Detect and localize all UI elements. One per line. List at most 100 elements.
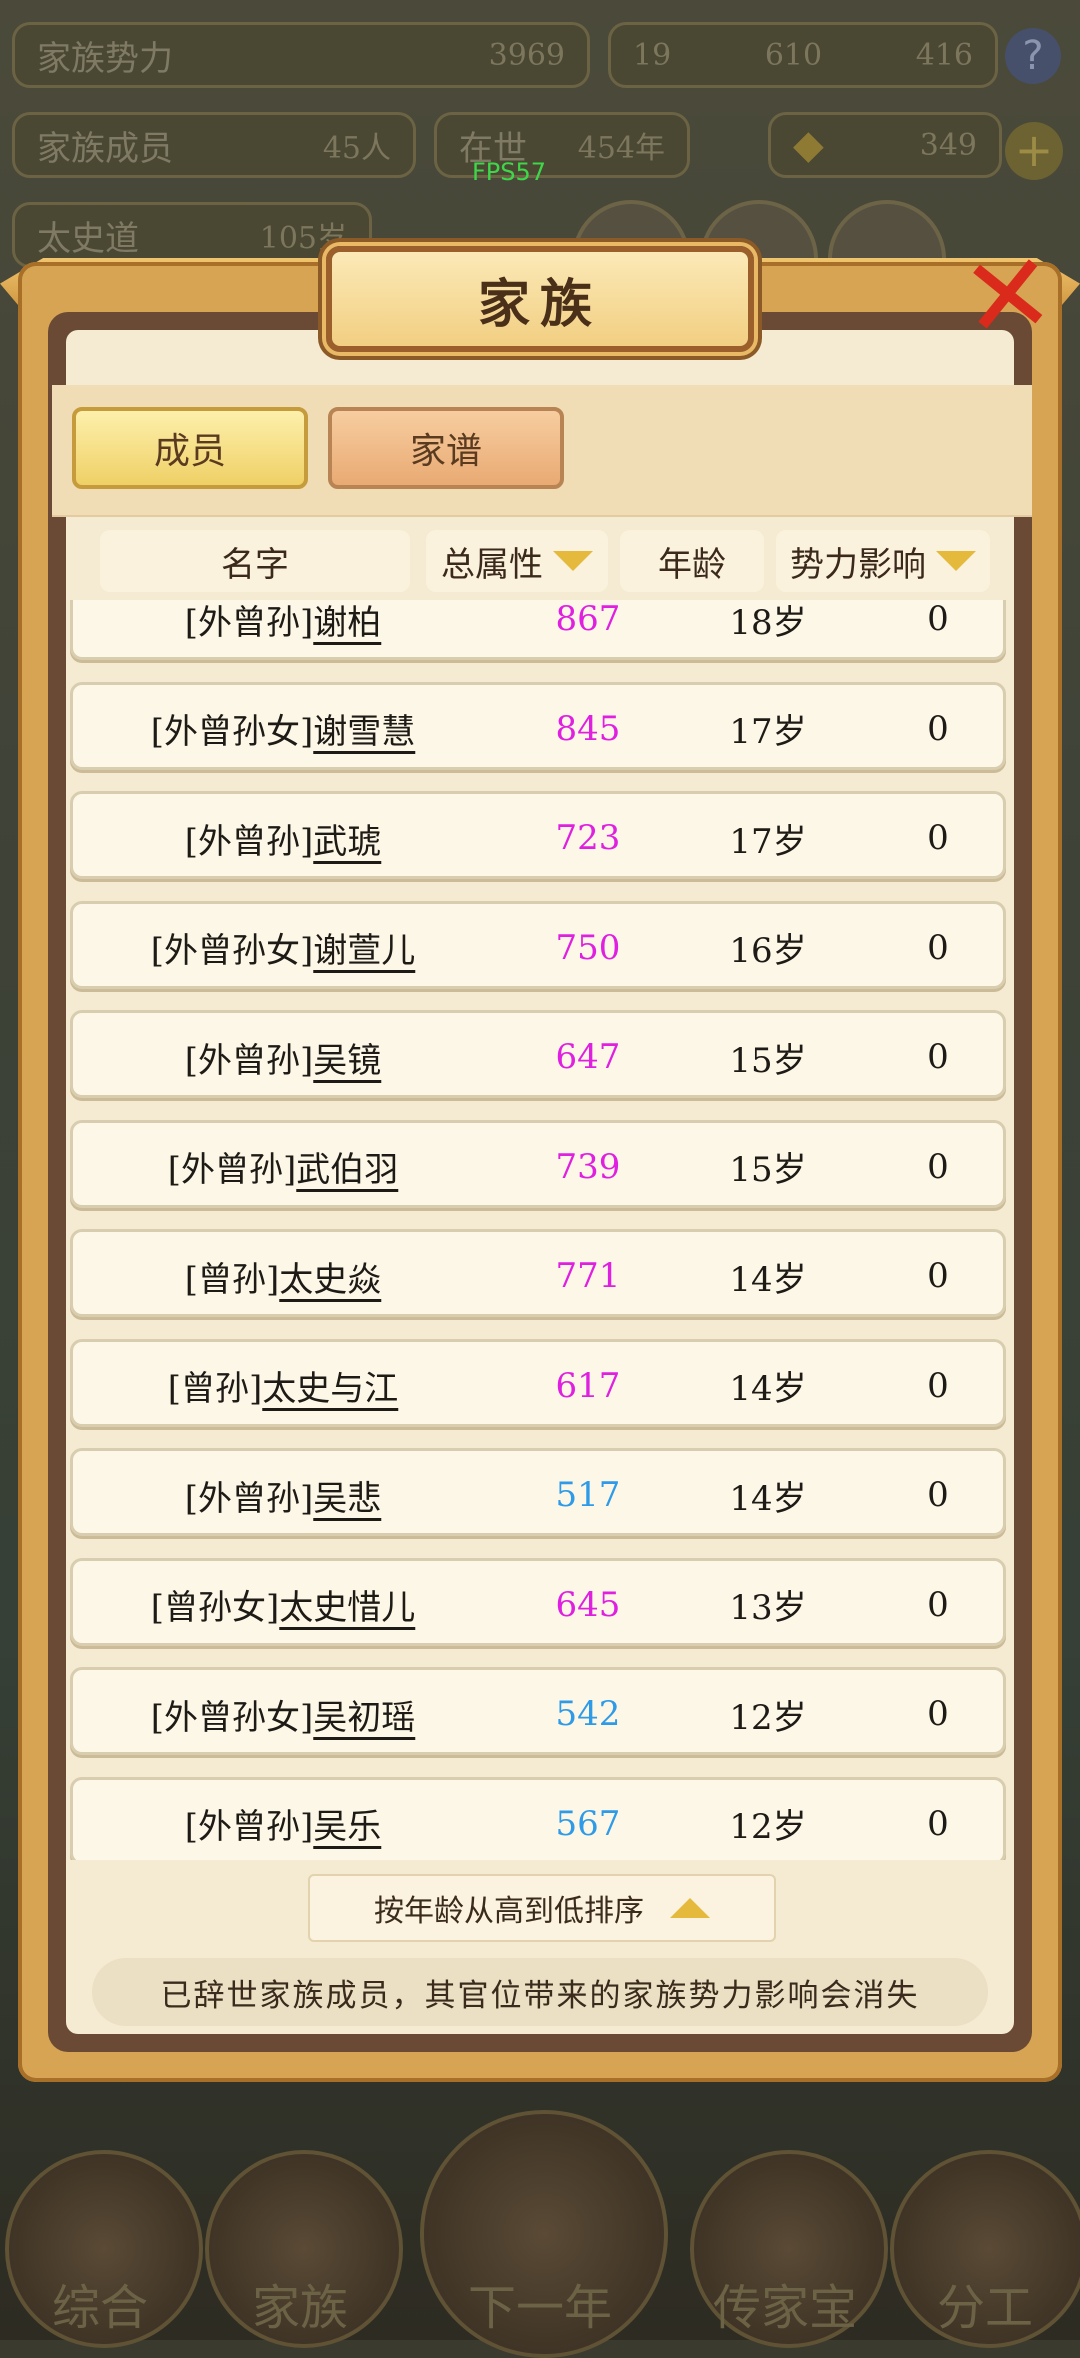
member-name-link[interactable]: 谢萱儿 <box>313 923 415 972</box>
member-name-link[interactable]: 谢柏 <box>313 600 381 644</box>
tab-bar: 成员 家谱 <box>52 385 1032 517</box>
member-relation: [外曾孙女] <box>150 931 314 971</box>
bottom-nav: 综合 家族 下一年 传家宝 分工 <box>0 2090 1080 2358</box>
add-gold-icon[interactable]: + <box>1005 122 1063 180</box>
member-row[interactable]: [外曾孙女] 吴初瑶 542 12岁 0 <box>70 1667 1006 1755</box>
member-name-link[interactable]: 太史与江 <box>262 1361 398 1410</box>
member-row[interactable]: [曾孙女] 太史惜儿 645 13岁 0 <box>70 1557 1006 1646</box>
member-age: 14岁 <box>729 1259 807 1300</box>
gold-value: 349 <box>919 127 977 163</box>
tab-members[interactable]: 成员 <box>72 407 308 489</box>
ancestor-label: 太史道 <box>37 218 139 259</box>
member-relation: [外曾孙女] <box>150 1697 314 1738</box>
header-attribute-label: 总属性 <box>441 544 543 585</box>
member-row[interactable]: [外曾孙] 武琥 723 17岁 0 <box>70 791 1006 879</box>
member-relation: [外曾孙] <box>167 1150 297 1190</box>
fps-counter: FPS57 <box>472 158 547 186</box>
help-icon[interactable]: ? <box>1005 28 1061 84</box>
sort-up-icon <box>670 1898 710 1918</box>
member-influence: 0 <box>927 708 949 749</box>
member-attribute: 517 <box>555 1475 621 1515</box>
member-name-cell: [外曾孙] 吴镜 <box>73 1013 493 1101</box>
member-relation: [曾孙] <box>184 1259 280 1300</box>
nav-next-year-label: 下一年 <box>467 2280 612 2336</box>
member-age: 12岁 <box>729 1807 807 1847</box>
members-value: 45人 <box>322 131 391 166</box>
header-influence-sort[interactable]: 势力影响 <box>776 530 990 592</box>
member-row[interactable]: [外曾孙] 吴悲 517 14岁 0 <box>70 1448 1006 1536</box>
dialog-title-plate: 家族 <box>326 246 754 352</box>
member-row[interactable]: [外曾孙女] 谢萱儿 750 16岁 0 <box>70 900 1006 992</box>
member-row[interactable]: [曾孙] 太史与江 617 14岁 0 <box>70 1338 1006 1430</box>
member-list[interactable]: [外曾孙] 谢柏 867 18岁 0 [外曾孙女] 谢雪慧 845 17岁 0 [外曾孙] 武琥 723… <box>66 600 1010 1860</box>
member-row[interactable]: [外曾孙] 武伯羽 739 15岁 0 <box>70 1119 1006 1211</box>
member-influence: 0 <box>927 818 949 858</box>
member-age: 14岁 <box>729 1369 807 1409</box>
member-row[interactable]: [外曾孙] 吴乐 567 12岁 0 <box>70 1776 1006 1860</box>
member-name-link[interactable]: 吴初瑶 <box>313 1690 415 1739</box>
header-influence-label: 势力影响 <box>790 544 926 585</box>
member-influence: 0 <box>927 927 949 968</box>
member-influence: 0 <box>927 1803 949 1844</box>
header-age: 年龄 <box>620 530 764 592</box>
sort-by-age-button[interactable]: 按年龄从高到低排序 <box>308 1874 776 1942</box>
member-name-link[interactable]: 谢雪慧 <box>313 704 415 753</box>
header-name: 名字 <box>100 530 410 592</box>
member-age: 13岁 <box>729 1588 807 1628</box>
member-relation: [外曾孙] <box>184 1478 314 1519</box>
header-attribute-sort[interactable]: 总属性 <box>426 530 608 592</box>
nav-assign-label: 分工 <box>936 2280 1033 2336</box>
member-attribute: 867 <box>555 600 621 639</box>
clan-power-stat: 家族势力 3969 <box>12 22 590 88</box>
alive-value: 454年 <box>577 131 665 166</box>
member-row[interactable]: [外曾孙] 吴镜 647 15岁 0 <box>70 1010 1006 1098</box>
member-relation: [曾孙] <box>167 1369 263 1409</box>
member-name-link[interactable]: 太史焱 <box>279 1252 381 1301</box>
member-name-link[interactable]: 吴悲 <box>313 1471 381 1520</box>
member-relation: [外曾孙] <box>184 602 314 643</box>
member-name-cell: [外曾孙女] 谢萱儿 <box>73 904 493 992</box>
close-icon[interactable]: ✕ <box>955 228 1061 365</box>
members-label: 家族成员 <box>37 128 173 169</box>
sort-down-icon <box>936 551 976 571</box>
member-row[interactable]: [外曾孙女] 谢雪慧 845 17岁 0 <box>70 681 1006 773</box>
member-name-link[interactable]: 武伯羽 <box>296 1142 398 1191</box>
member-age: 15岁 <box>729 1150 807 1190</box>
member-age: 12岁 <box>729 1697 807 1738</box>
member-name-cell: [外曾孙女] 谢雪慧 <box>73 685 493 773</box>
member-attribute: 771 <box>555 1256 621 1296</box>
header-name-label: 名字 <box>221 544 289 585</box>
table-header: 名字 总属性 年龄 势力影响 <box>100 530 990 592</box>
resource-2-value: 610 <box>764 37 823 73</box>
sort-button-label: 按年龄从高到低排序 <box>374 1894 644 1929</box>
member-attribute: 542 <box>555 1694 621 1734</box>
member-row[interactable]: [外曾孙] 谢柏 867 18岁 0 <box>70 600 1006 660</box>
member-relation: [外曾孙] <box>184 821 314 862</box>
member-name-link[interactable]: 武琥 <box>313 814 381 863</box>
member-name-cell: [外曾孙] 武伯羽 <box>73 1123 493 1211</box>
member-name-link[interactable]: 吴乐 <box>313 1799 381 1848</box>
member-attribute: 723 <box>555 818 621 858</box>
resource-3-value: 416 <box>915 37 973 73</box>
member-influence: 0 <box>927 1584 949 1625</box>
clan-power-label: 家族势力 <box>37 38 173 79</box>
member-influence: 0 <box>927 600 949 639</box>
member-relation: [外曾孙] <box>184 1807 314 1847</box>
member-relation: [外曾孙] <box>184 1040 314 1081</box>
sort-down-icon <box>553 551 593 571</box>
member-age: 17岁 <box>729 821 807 862</box>
member-influence: 0 <box>927 1037 949 1077</box>
member-age: 17岁 <box>729 712 807 752</box>
tab-genealogy[interactable]: 家谱 <box>328 407 564 489</box>
member-relation: [外曾孙女] <box>150 712 314 752</box>
member-name-cell: [外曾孙] 谢柏 <box>73 600 493 663</box>
member-name-cell: [曾孙] 太史焱 <box>73 1232 493 1320</box>
member-name-cell: [曾孙] 太史与江 <box>73 1342 493 1430</box>
member-name-link[interactable]: 太史惜儿 <box>279 1580 415 1629</box>
member-age: 18岁 <box>729 602 807 643</box>
member-influence: 0 <box>927 1694 949 1734</box>
member-name-link[interactable]: 吴镜 <box>313 1033 381 1082</box>
member-row[interactable]: [曾孙] 太史焱 771 14岁 0 <box>70 1229 1006 1317</box>
member-age: 14岁 <box>729 1478 807 1519</box>
member-influence: 0 <box>927 1365 949 1406</box>
